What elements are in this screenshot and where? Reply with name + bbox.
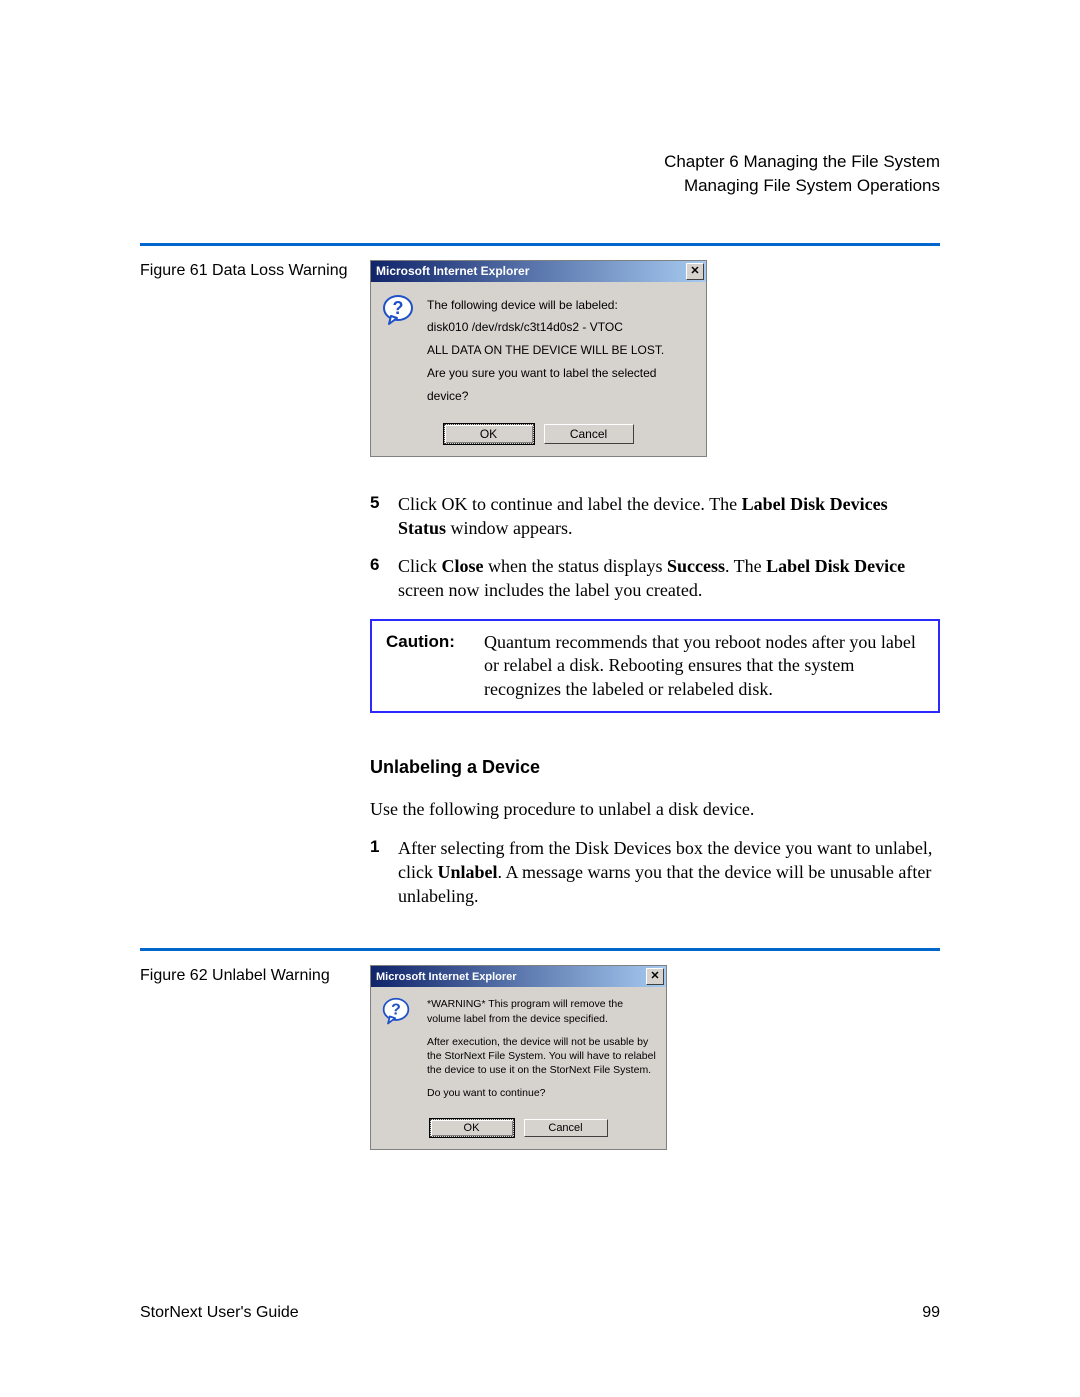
dialog-titlebar: Microsoft Internet Explorer ✕ — [371, 966, 666, 987]
page-number: 99 — [922, 1304, 940, 1322]
dialog-line: After execution, the device will not be … — [427, 1035, 656, 1078]
close-icon[interactable]: ✕ — [646, 968, 664, 985]
subheading: Unlabeling a Device — [370, 755, 940, 779]
cancel-button[interactable]: Cancel — [544, 424, 634, 444]
section-label: Managing File System Operations — [140, 174, 940, 198]
step-5: 5 Click OK to continue and label the dev… — [370, 492, 940, 541]
dialog-line: *WARNING* This program will remove the v… — [427, 997, 656, 1025]
intro-text: Use the following procedure to unlabel a… — [370, 797, 940, 821]
step-number: 6 — [370, 554, 398, 603]
question-icon: ? — [381, 294, 415, 408]
figure-caption: Figure 62 Unlabel Warning — [140, 965, 370, 985]
svg-text:?: ? — [393, 298, 404, 318]
footer-left: StorNext User's Guide — [140, 1304, 299, 1322]
step-text: After selecting from the Disk Devices bo… — [398, 836, 940, 909]
question-icon: ? — [381, 997, 415, 1109]
chapter-label: Chapter 6 Managing the File System — [140, 150, 940, 174]
caution-box: Caution: Quantum recommends that you reb… — [370, 619, 940, 713]
step-6: 6 Click Close when the status displays S… — [370, 554, 940, 603]
step-number: 1 — [370, 836, 398, 909]
horizontal-rule — [140, 243, 940, 246]
dialog-titlebar: Microsoft Internet Explorer ✕ — [371, 261, 706, 282]
dialog-title: Microsoft Internet Explorer — [376, 264, 529, 278]
close-icon[interactable]: ✕ — [686, 263, 704, 280]
dialog-line: The following device will be labeled: — [427, 294, 696, 317]
caution-text: Quantum recommends that you reboot nodes… — [484, 631, 924, 701]
dialog-line: disk010 /dev/rdsk/c3t14d0s2 - VTOC — [427, 316, 696, 339]
step-number: 5 — [370, 492, 398, 541]
page-footer: StorNext User's Guide 99 — [140, 1304, 940, 1322]
ok-button[interactable]: OK — [444, 424, 534, 444]
figure-caption: Figure 61 Data Loss Warning — [140, 260, 370, 280]
unlabel-warning-dialog: Microsoft Internet Explorer ✕ ? — [370, 965, 667, 1150]
dialog-line: Do you want to continue? — [427, 1086, 656, 1100]
ok-button[interactable]: OK — [430, 1119, 514, 1137]
svg-text:?: ? — [391, 1002, 401, 1019]
page-header: Chapter 6 Managing the File System Manag… — [140, 150, 940, 198]
step-text: Click OK to continue and label the devic… — [398, 492, 940, 541]
dialog-line: Are you sure you want to label the selec… — [427, 362, 696, 408]
data-loss-dialog: Microsoft Internet Explorer ✕ ? — [370, 260, 707, 457]
dialog-title: Microsoft Internet Explorer — [376, 971, 517, 983]
cancel-button[interactable]: Cancel — [524, 1119, 608, 1137]
caution-label: Caution: — [386, 631, 484, 701]
horizontal-rule — [140, 948, 940, 951]
dialog-line: ALL DATA ON THE DEVICE WILL BE LOST. — [427, 339, 696, 362]
step-text: Click Close when the status displays Suc… — [398, 554, 940, 603]
step-1: 1 After selecting from the Disk Devices … — [370, 836, 940, 909]
